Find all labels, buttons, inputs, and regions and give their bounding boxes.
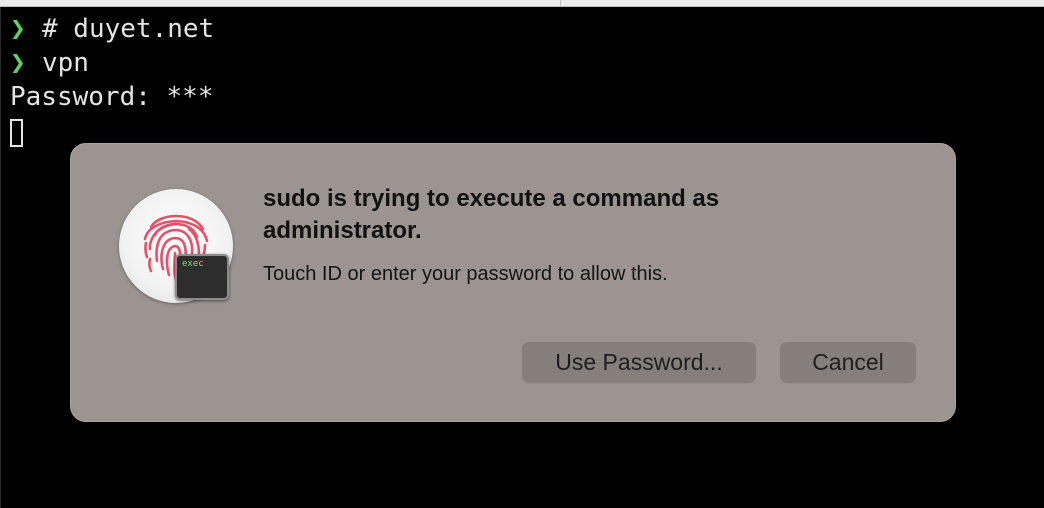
auth-dialog: exec sudo is trying to execute a command… xyxy=(70,143,956,422)
terminal-line-text: vpn xyxy=(42,48,89,78)
pane-divider xyxy=(560,0,561,7)
cancel-button[interactable]: Cancel xyxy=(780,342,916,382)
prompt-symbol: ❯ xyxy=(10,48,26,78)
terminal-line: ❯ # duyet.net xyxy=(10,12,214,46)
terminal-output[interactable]: ❯ # duyet.net ❯ vpn Password: *** xyxy=(10,12,214,148)
terminal-app-icon: exec xyxy=(175,254,229,300)
dialog-message: Touch ID or enter your password to allow… xyxy=(263,263,668,285)
screen: ❯ # duyet.net ❯ vpn Password: *** exec s… xyxy=(0,0,1044,508)
use-password-button[interactable]: Use Password... xyxy=(522,342,756,382)
window-left-edge xyxy=(0,7,1,508)
prompt-symbol: ❯ xyxy=(10,14,26,44)
terminal-line-text: # duyet.net xyxy=(42,14,215,44)
window-top-edge xyxy=(0,0,1044,7)
password-line: Password: *** xyxy=(10,82,214,112)
exec-label: exec xyxy=(182,259,204,269)
terminal-line: ❯ vpn xyxy=(10,46,214,80)
text-cursor xyxy=(10,118,23,147)
dialog-title: sudo is trying to execute a command as a… xyxy=(263,185,720,244)
